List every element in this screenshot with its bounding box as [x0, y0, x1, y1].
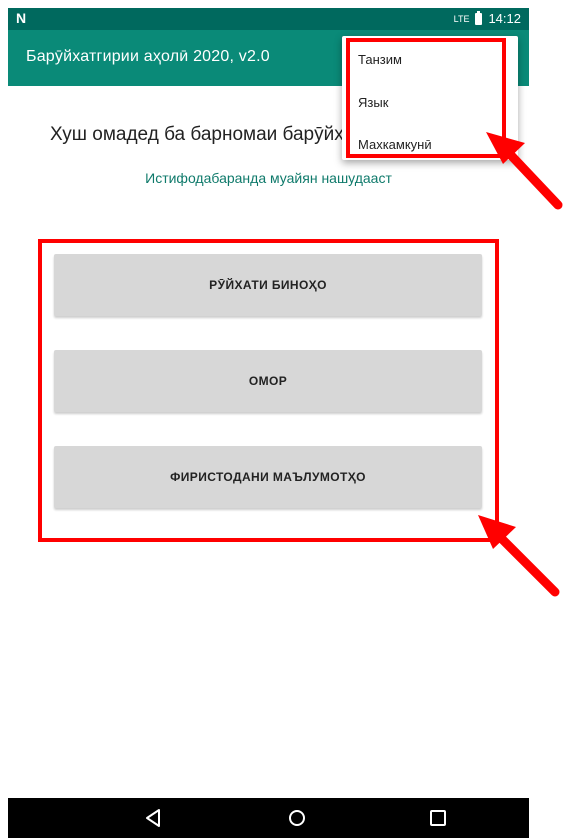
buttons-highlight-box	[38, 239, 499, 542]
back-icon[interactable]	[142, 806, 166, 830]
status-icons: LTE 14:12	[453, 10, 521, 26]
battery-icon	[475, 10, 483, 25]
network-indicator: LTE	[453, 13, 470, 24]
status-bar: N LTE 14:12	[8, 8, 529, 30]
status-time: 14:12	[488, 11, 521, 26]
welcome-text: Хуш омадед ба барномаи барӯйх	[50, 124, 344, 145]
menu-highlight-box	[346, 38, 506, 158]
app-title: Барӯйхатгирии аҳолӣ 2020, v2.0	[26, 48, 270, 65]
navigation-bar	[8, 798, 529, 838]
home-icon[interactable]	[285, 806, 309, 830]
notification-icon: N	[16, 10, 27, 26]
user-status-text: Истифодабаранда муайян нашудааст	[145, 170, 392, 186]
recents-icon[interactable]	[426, 806, 450, 830]
